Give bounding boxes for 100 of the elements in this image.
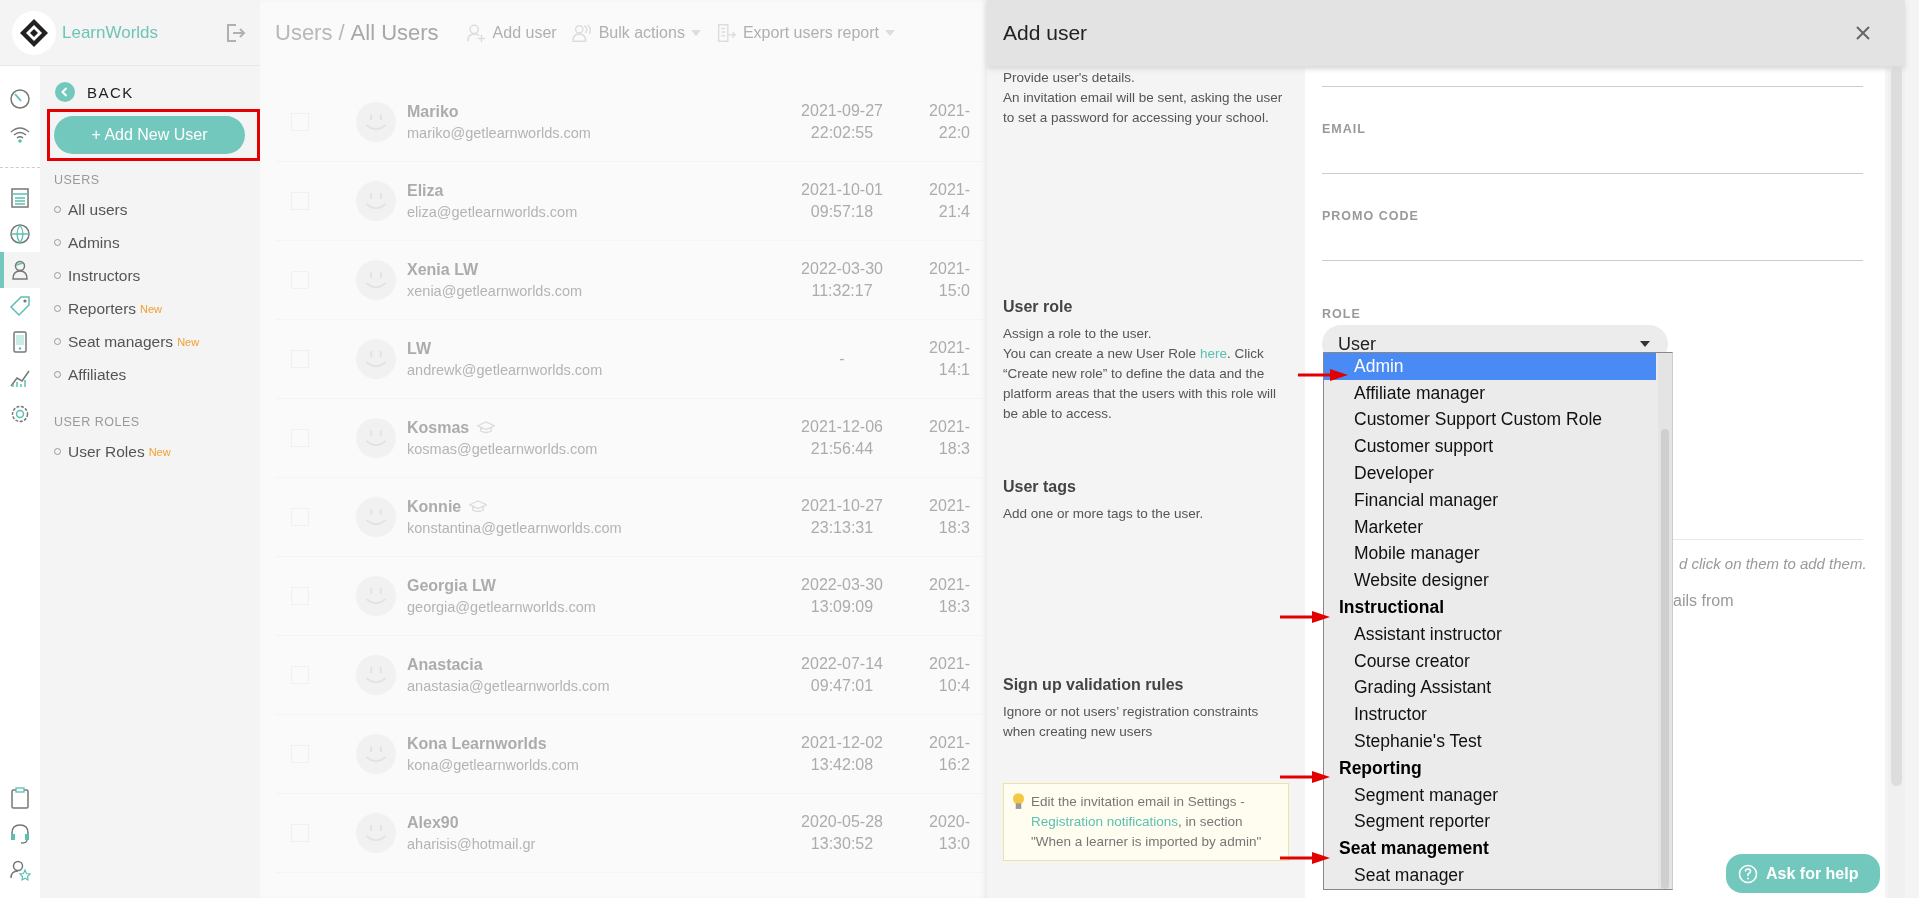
close-icon[interactable] <box>1855 25 1871 41</box>
brand-name: LearnWorlds <box>62 22 159 43</box>
logout-icon[interactable] <box>224 21 246 44</box>
table-cell: 2021-12-02 <box>801 734 883 752</box>
table-cell: 2021- <box>929 734 970 752</box>
field-label: EMAIL <box>1322 122 1367 136</box>
note-text: Edit the invitation email in Settings - Registration notifications, in section "When a learner is imported by admin" <box>1031 793 1263 851</box>
new-label: New <box>177 335 200 348</box>
table-cell: 18:3 <box>938 519 970 537</box>
users-icon <box>570 22 593 44</box>
clipboard-icon <box>8 786 32 810</box>
hint-text: d click on them to add them. <box>1678 555 1863 572</box>
option-group-label: Instructional <box>1338 596 1445 620</box>
table-cell: 13:0 <box>938 835 970 853</box>
scrollbar[interactable] <box>1658 353 1672 889</box>
nav-link[interactable]: User Roles <box>68 442 145 461</box>
dropdown-option[interactable]: Developer <box>1324 460 1656 487</box>
table-cell: 10:4 <box>938 677 970 695</box>
table-cell: - <box>839 350 845 368</box>
table-cell: 2021- <box>929 181 970 199</box>
question-icon <box>1738 863 1758 884</box>
table-cell: 13:09:09 <box>810 598 874 616</box>
lightbulb-icon <box>1012 792 1025 811</box>
nav-link[interactable]: Admins <box>68 233 120 252</box>
table-cell: 13:30:52 <box>810 835 874 853</box>
dropdown-option[interactable]: Segment manager <box>1324 781 1656 809</box>
option-group-label: Seat management <box>1338 837 1490 861</box>
back-icon[interactable] <box>55 82 75 102</box>
table-cell: 2021-10-01 <box>801 181 883 199</box>
nav-link[interactable]: Seat managers <box>68 332 174 351</box>
page-title: All Users <box>350 20 439 46</box>
table-cell: 22:0 <box>938 124 970 142</box>
dropdown-option[interactable]: Stephanie's Test <box>1324 728 1656 755</box>
dropdown-option[interactable]: Affiliate manager <box>1324 379 1656 407</box>
user-email: mariko@getlearnworlds.com <box>407 125 592 141</box>
table-cell: 2021-09-27 <box>801 102 883 120</box>
dropdown-option[interactable]: Instructor <box>1324 701 1656 729</box>
table-cell: 2021- <box>929 102 970 120</box>
field-label: ROLE <box>1322 307 1362 321</box>
table-cell: 2021-12-06 <box>801 418 883 436</box>
table-cell: 2021- <box>929 260 970 278</box>
nav-section-title: USERS <box>54 173 101 187</box>
avatar-icon <box>355 654 397 696</box>
table-cell: 2021- <box>929 576 970 594</box>
dropdown-option[interactable]: Customer support <box>1324 433 1656 461</box>
avatar-icon <box>355 417 397 459</box>
user-email: georgia@getlearnworlds.com <box>407 599 597 615</box>
nav-link[interactable]: All users <box>68 200 128 219</box>
table-cell: 18:3 <box>938 598 970 616</box>
dropdown-option[interactable]: Grading Assistant <box>1324 674 1656 702</box>
dropdown-option[interactable]: Course creator <box>1324 647 1656 675</box>
table-cell: 11:32:17 <box>811 282 873 300</box>
nav-link[interactable]: Affiliates <box>68 365 127 384</box>
dropdown-option[interactable]: Customer Support Custom Role <box>1324 406 1656 434</box>
description-text: ails from <box>1673 592 1735 610</box>
table-cell: 2021- <box>929 418 970 436</box>
section-title: Sign up validation rules <box>1003 676 1185 694</box>
caret-icon <box>1640 341 1650 347</box>
dropdown-option[interactable]: Segment reporter <box>1324 808 1656 836</box>
avatar-icon <box>355 496 397 538</box>
back-link[interactable]: BACK <box>87 83 134 101</box>
user-email: kona@getlearnworlds.com <box>407 757 580 773</box>
avatar-icon <box>355 733 397 775</box>
table-cell: 2021- <box>929 655 970 673</box>
new-label: New <box>140 302 163 315</box>
avatar-icon <box>355 259 397 301</box>
dropdown-option[interactable]: Mobile manager <box>1324 540 1656 568</box>
rail-button[interactable] <box>0 252 40 288</box>
nav-section-title: USER ROLES <box>54 415 141 429</box>
description-text: Provide user's details. <box>1003 69 1136 87</box>
table-cell: 2022-03-30 <box>801 576 883 594</box>
table-cell: 2021-10-27 <box>801 497 883 515</box>
table-cell: 15:0 <box>938 282 970 300</box>
field-label: PROMO CODE <box>1322 209 1420 223</box>
breadcrumb-separator: / <box>338 20 345 46</box>
user-email: eliza@getlearnworlds.com <box>407 204 579 220</box>
table-cell: 21:4 <box>938 203 970 221</box>
dropdown-option[interactable]: Seat manager <box>1324 862 1656 889</box>
avatar-icon <box>355 101 397 143</box>
headset-icon <box>8 822 32 846</box>
nav-link[interactable]: Reporters <box>68 299 137 318</box>
dropdown-option[interactable]: Website designer <box>1324 567 1656 595</box>
description-text: You can create a new User Role here. Click “Create new role” to define the data and the platform areas that the users with this role will be able to access. <box>1003 345 1278 423</box>
user-email: andrewk@getlearnworlds.com <box>407 362 604 378</box>
description-text: Assign a role to the user. <box>1003 325 1153 343</box>
option-group-label: Reporting <box>1338 756 1423 780</box>
nav-link[interactable]: Instructors <box>68 266 141 285</box>
description-text: Ignore or not users’ registration constraints when creating new users <box>1003 703 1260 741</box>
user-email: kosmas@getlearnworlds.com <box>407 441 599 457</box>
dropdown-option[interactable]: Financial manager <box>1324 487 1656 514</box>
table-cell: 23:13:31 <box>810 519 874 537</box>
dropdown-option[interactable]: Marketer <box>1324 513 1656 541</box>
table-cell: 09:57:18 <box>810 203 874 221</box>
description-text: Add one or more tags to the user. <box>1003 505 1205 523</box>
table-cell: 09:47:01 <box>810 677 874 695</box>
scrollbar[interactable] <box>1888 66 1905 898</box>
avatar-icon <box>355 338 397 380</box>
add-user-icon <box>464 22 487 44</box>
avatar-icon <box>355 812 397 854</box>
dropdown-option[interactable]: Assistant instructor <box>1324 620 1656 648</box>
